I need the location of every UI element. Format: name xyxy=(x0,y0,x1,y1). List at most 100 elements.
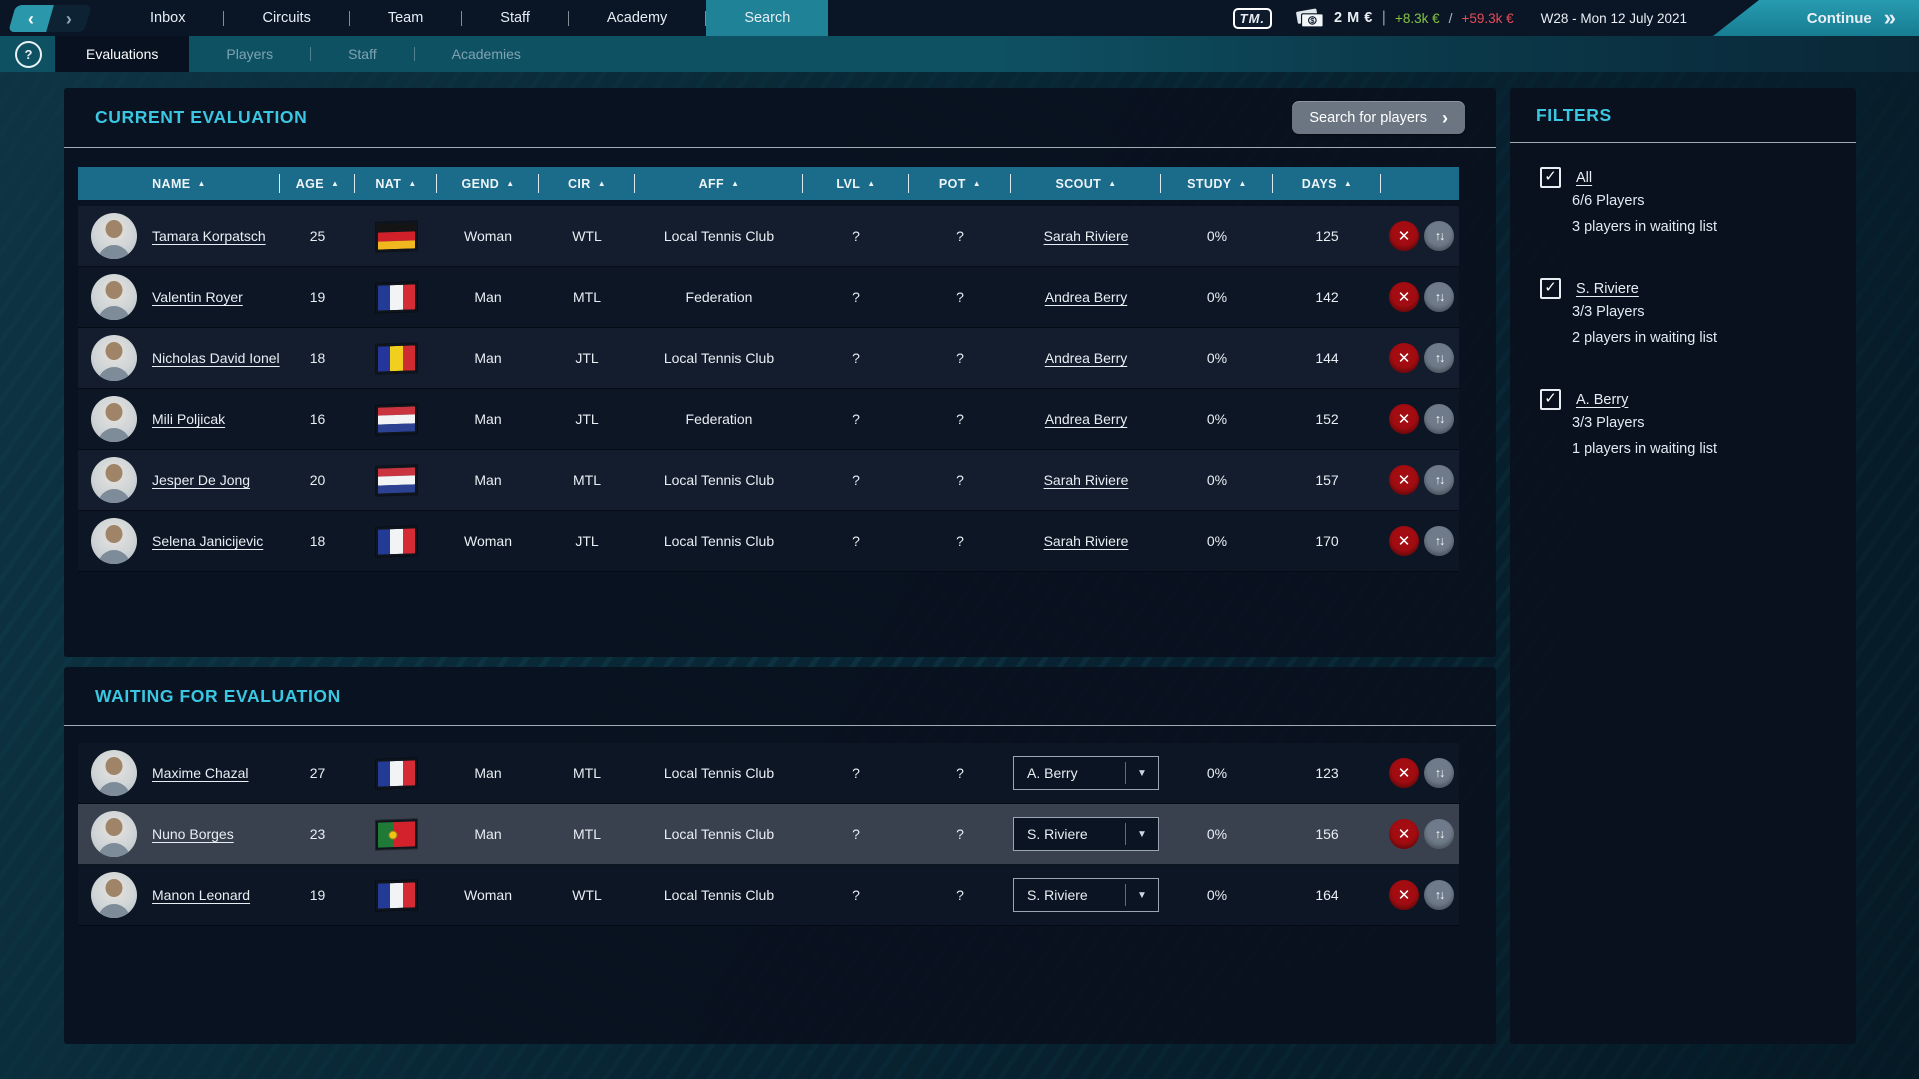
player-name-link[interactable]: Manon Leonard xyxy=(152,887,250,903)
filter-label-all[interactable]: All xyxy=(1576,170,1592,186)
filter-label-a-berry[interactable]: A. Berry xyxy=(1576,392,1628,408)
scout-link[interactable]: Andrea Berry xyxy=(1045,350,1127,366)
checkbox-a-berry[interactable]: ✓ xyxy=(1540,389,1561,410)
question-icon: ? xyxy=(25,47,33,62)
study-value: 0% xyxy=(1161,350,1273,366)
player-name-link[interactable]: Nicholas David Ionel xyxy=(152,350,280,366)
remove-player-button[interactable]: ✕ xyxy=(1389,221,1419,251)
column-header-cir[interactable]: CIR▲ xyxy=(539,167,635,200)
level-value: ? xyxy=(803,887,909,903)
nav-tab-inbox[interactable]: Inbox xyxy=(112,0,223,36)
nav-tab-staff[interactable]: Staff xyxy=(462,0,568,36)
reorder-button[interactable]: ↑↓ xyxy=(1424,221,1454,251)
waiting-evaluation-table: Maxime Chazal27ManMTLLocal Tennis Club??… xyxy=(78,743,1459,926)
column-label: AFF xyxy=(699,177,725,191)
player-row-mili-poljicak[interactable]: Mili Poljicak16ManJTLFederation??Andrea … xyxy=(78,389,1459,450)
days-value: 125 xyxy=(1273,228,1381,244)
subnav-tab-staff[interactable]: Staff xyxy=(311,36,414,72)
age-value: 23 xyxy=(280,826,355,842)
age-value: 18 xyxy=(280,350,355,366)
column-header-study[interactable]: STUDY▲ xyxy=(1161,167,1273,200)
subnav-tab-players[interactable]: Players xyxy=(189,36,310,72)
remove-player-button[interactable]: ✕ xyxy=(1389,282,1419,312)
reorder-button[interactable]: ↑↓ xyxy=(1424,404,1454,434)
filter-label-s-riviere[interactable]: S. Riviere xyxy=(1576,281,1639,297)
nav-tab-search[interactable]: Search xyxy=(706,0,828,36)
player-name-link[interactable]: Valentin Royer xyxy=(152,289,243,305)
player-row-tamara-korpatsch[interactable]: Tamara Korpatsch25WomanWTLLocal Tennis C… xyxy=(78,206,1459,267)
check-icon: ✓ xyxy=(1544,169,1557,184)
main-nav: InboxCircuitsTeamStaffAcademySearch xyxy=(112,0,828,36)
scout-link[interactable]: Sarah Riviere xyxy=(1044,228,1129,244)
column-header-aff[interactable]: AFF ▲ xyxy=(635,167,803,200)
column-header-pot[interactable]: POT▲ xyxy=(909,167,1011,200)
column-header-age[interactable]: AGE▲ xyxy=(280,167,355,200)
player-name-link[interactable]: Selena Janicijevic xyxy=(152,533,263,549)
reorder-button[interactable]: ↑↓ xyxy=(1424,819,1454,849)
column-header-nat[interactable]: NAT▲ xyxy=(355,167,437,200)
scout-link[interactable]: Andrea Berry xyxy=(1045,289,1127,305)
player-row-maxime-chazal[interactable]: Maxime Chazal27ManMTLLocal Tennis Club??… xyxy=(78,743,1459,804)
balance-value: 2 M € xyxy=(1334,10,1373,26)
player-row-manon-leonard[interactable]: Manon Leonard19WomanWTLLocal Tennis Club… xyxy=(78,865,1459,926)
nav-tab-academy[interactable]: Academy xyxy=(569,0,705,36)
forward-chevron-icon: › xyxy=(66,9,72,27)
scout-dropdown[interactable]: A. Berry▼ xyxy=(1013,756,1159,790)
scout-dropdown[interactable]: S. Riviere▼ xyxy=(1013,817,1159,851)
subnav-tab-academies[interactable]: Academies xyxy=(415,36,558,72)
remove-player-button[interactable]: ✕ xyxy=(1389,526,1419,556)
reorder-button[interactable]: ↑↓ xyxy=(1424,526,1454,556)
checkbox-all[interactable]: ✓ xyxy=(1540,167,1561,188)
search-for-players-button[interactable]: Search for players › xyxy=(1292,101,1465,134)
column-header-name[interactable]: NAME▲ xyxy=(78,167,280,200)
sort-asc-icon: ▲ xyxy=(731,180,739,188)
reorder-button[interactable]: ↑↓ xyxy=(1424,465,1454,495)
nav-tab-team[interactable]: Team xyxy=(350,0,461,36)
continue-button[interactable]: Continue » xyxy=(1713,0,1919,36)
remove-player-button[interactable]: ✕ xyxy=(1389,404,1419,434)
scout-dropdown[interactable]: S. Riviere▼ xyxy=(1013,878,1159,912)
reorder-button[interactable]: ↑↓ xyxy=(1424,880,1454,910)
player-avatar xyxy=(91,274,137,320)
help-button[interactable]: ? xyxy=(15,41,42,68)
player-name-link[interactable]: Mili Poljicak xyxy=(152,411,225,427)
column-header-gend[interactable]: GEND▲ xyxy=(437,167,539,200)
gender-value: Man xyxy=(437,826,539,842)
potential-value: ? xyxy=(909,826,1011,842)
forward-button[interactable]: › xyxy=(46,5,92,32)
subnav-tab-evaluations[interactable]: Evaluations xyxy=(55,36,189,72)
player-row-nuno-borges[interactable]: Nuno Borges23ManMTLLocal Tennis Club??S.… xyxy=(78,804,1459,865)
column-header-scout[interactable]: SCOUT▲ xyxy=(1011,167,1161,200)
level-value: ? xyxy=(803,533,909,549)
remove-player-button[interactable]: ✕ xyxy=(1389,819,1419,849)
circuit-value: JTL xyxy=(539,533,635,549)
column-header-days[interactable]: DAYS▲ xyxy=(1273,167,1381,200)
player-name-link[interactable]: Jesper De Jong xyxy=(152,472,250,488)
remove-player-button[interactable]: ✕ xyxy=(1389,758,1419,788)
reorder-button[interactable]: ↑↓ xyxy=(1424,758,1454,788)
remove-player-button[interactable]: ✕ xyxy=(1389,343,1419,373)
player-row-valentin-royer[interactable]: Valentin Royer19ManMTLFederation??Andrea… xyxy=(78,267,1459,328)
study-value: 0% xyxy=(1161,289,1273,305)
player-row-selena-janicijevic[interactable]: Selena Janicijevic18WomanJTLLocal Tennis… xyxy=(78,511,1459,572)
checkbox-s-riviere[interactable]: ✓ xyxy=(1540,278,1561,299)
player-row-jesper-de-jong[interactable]: Jesper De Jong20ManMTLLocal Tennis Club?… xyxy=(78,450,1459,511)
player-name-link[interactable]: Tamara Korpatsch xyxy=(152,228,266,244)
remove-player-button[interactable]: ✕ xyxy=(1389,465,1419,495)
tm-logo: TM. xyxy=(1233,8,1272,29)
days-value: 156 xyxy=(1273,826,1381,842)
avatar-head xyxy=(106,342,123,360)
nav-tab-circuits[interactable]: Circuits xyxy=(224,0,348,36)
player-name-link[interactable]: Nuno Borges xyxy=(152,826,234,842)
scout-link[interactable]: Sarah Riviere xyxy=(1044,533,1129,549)
player-name-link[interactable]: Maxime Chazal xyxy=(152,765,248,781)
scout-link[interactable]: Sarah Riviere xyxy=(1044,472,1129,488)
reorder-button[interactable]: ↑↓ xyxy=(1424,282,1454,312)
player-row-nicholas-david-ionel[interactable]: Nicholas David Ionel18ManJTLLocal Tennis… xyxy=(78,328,1459,389)
separator: | xyxy=(1382,9,1386,27)
scout-link[interactable]: Andrea Berry xyxy=(1045,411,1127,427)
divider xyxy=(64,147,1496,148)
reorder-button[interactable]: ↑↓ xyxy=(1424,343,1454,373)
remove-player-button[interactable]: ✕ xyxy=(1389,880,1419,910)
column-header-lvl[interactable]: LVL▲ xyxy=(803,167,909,200)
